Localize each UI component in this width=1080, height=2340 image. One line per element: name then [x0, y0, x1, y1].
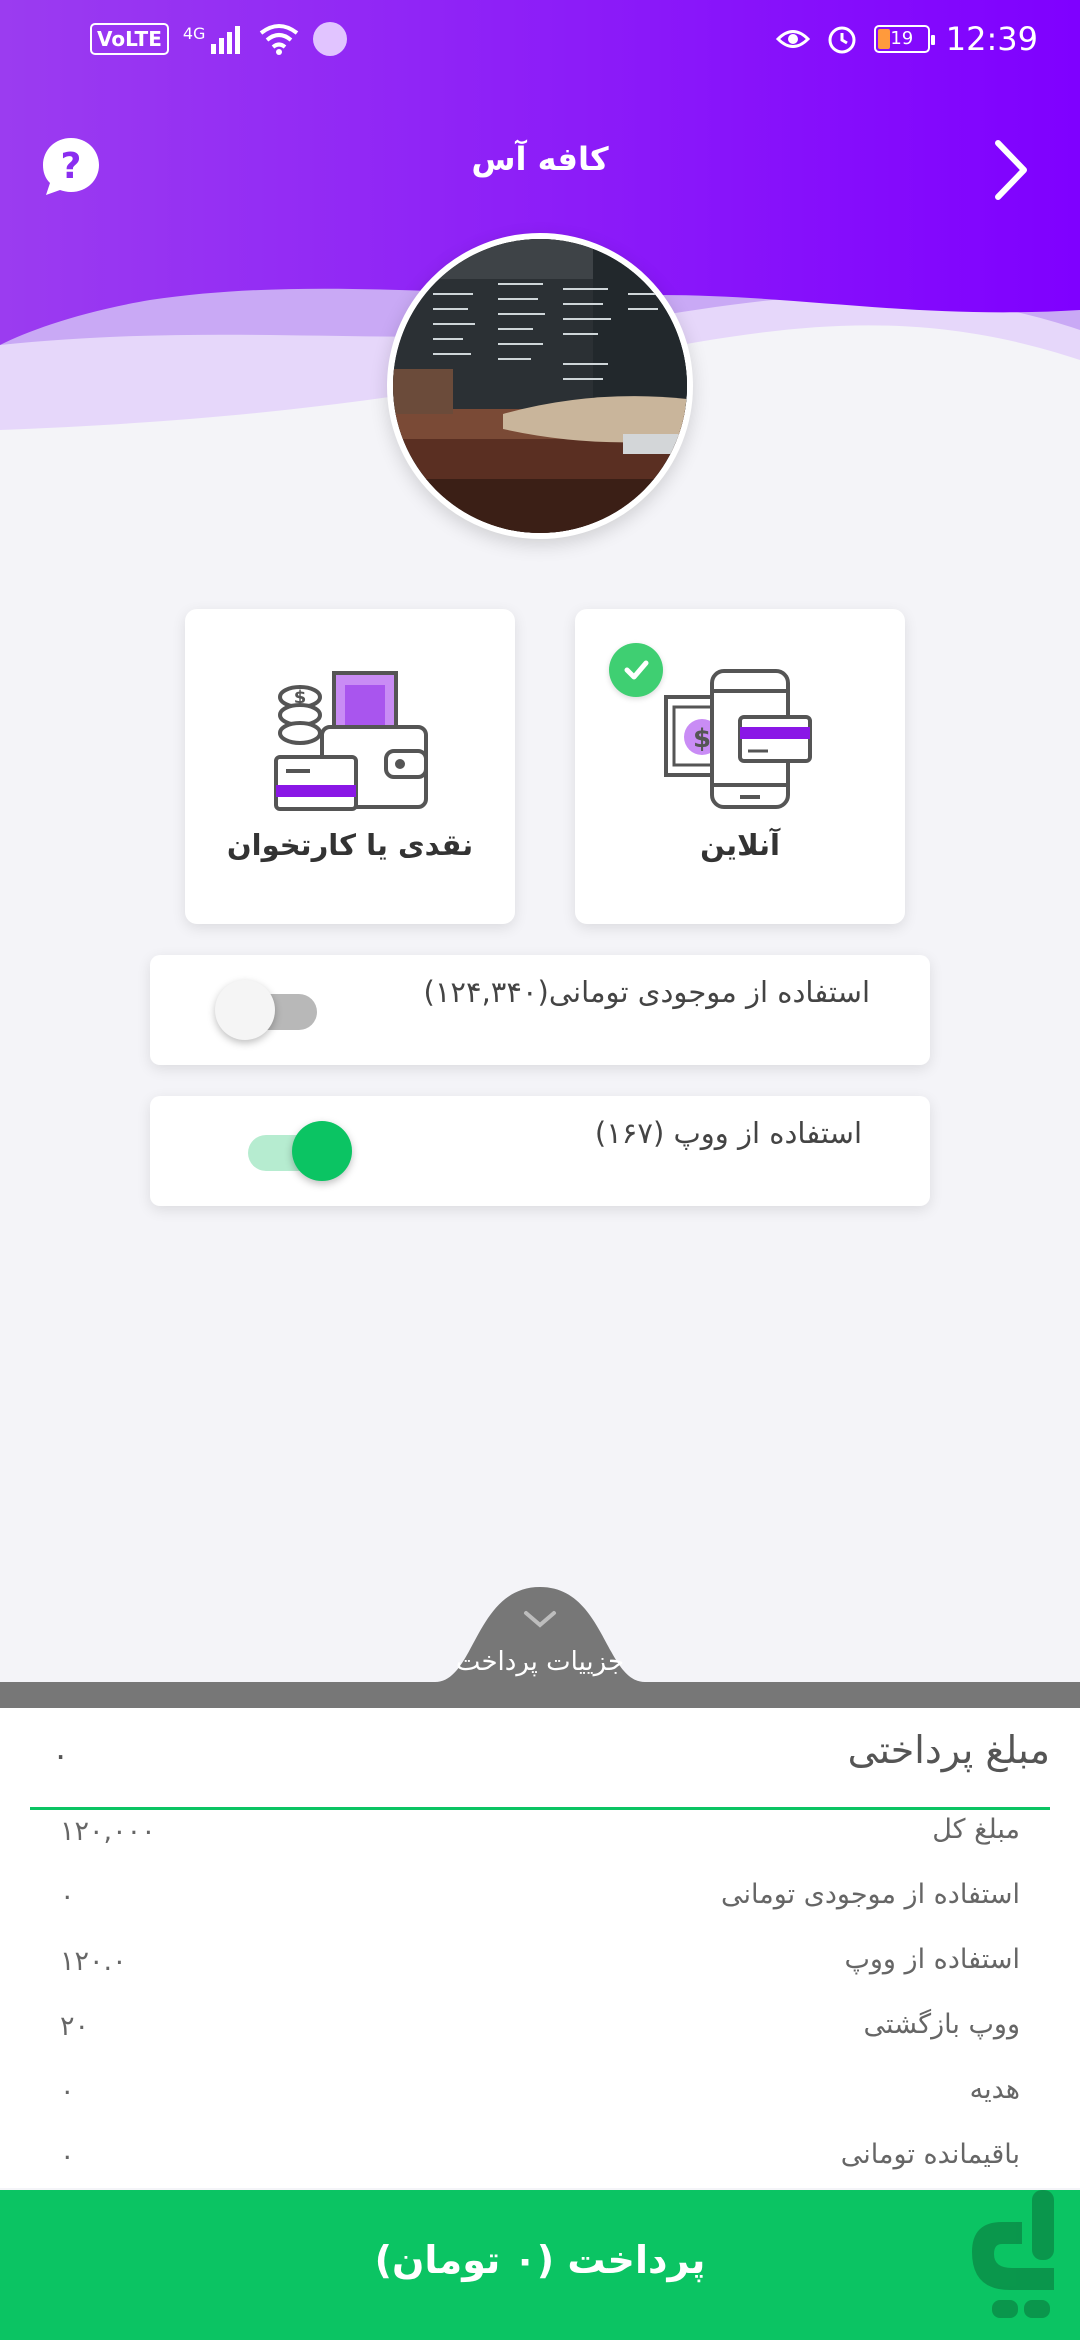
cafe-avatar	[387, 233, 693, 539]
balance-toggle-row[interactable]: استفاده از موجودی تومانی(۱۲۴,۳۴۰)	[150, 955, 930, 1065]
total-label: مبلغ پرداختی	[847, 1728, 1050, 1772]
status-bar: VoLTE 4G 19 12:39	[0, 0, 1080, 84]
detail-label: استفاده از موجودی تومانی	[721, 1879, 1020, 1910]
svg-text:$: $	[693, 724, 711, 754]
detail-label: استفاده از ووپ	[844, 1944, 1020, 1975]
volte-indicator: VoLTE	[90, 23, 169, 55]
header: VoLTE 4G 19 12:39 ? کافه آس	[0, 0, 1080, 539]
detail-row: استفاده از موجودی تومانی ۰	[60, 1879, 1020, 1929]
detail-value: ۰	[60, 1881, 75, 1912]
detail-label: هدیه	[969, 2074, 1020, 2105]
detail-value: ۰	[60, 2141, 75, 2172]
network-type: 4G	[182, 23, 206, 43]
pay-button-label: پرداخت (۰ تومان)	[374, 2238, 706, 2282]
payment-details-tab[interactable]: جزییات پرداخت	[435, 1587, 645, 1707]
cash-wallet-icon: $	[274, 671, 428, 811]
detail-value: ۱۲۰.۰	[60, 1946, 127, 1977]
switch-knob	[215, 980, 275, 1040]
battery-level: 19	[890, 28, 914, 49]
balance-switch[interactable]	[215, 980, 325, 1040]
detail-label: ووپ بازگشتی	[863, 2009, 1020, 2040]
page-title: کافه آس	[471, 140, 609, 178]
payment-method-label: نقدی یا کارتخوان	[226, 828, 474, 862]
payment-method-online[interactable]: $ آنلاین	[575, 609, 905, 924]
switch-knob	[292, 1121, 352, 1181]
total-value: ۰	[52, 1736, 70, 1774]
detail-label: مبلغ کل	[932, 1814, 1020, 1845]
woop-switch[interactable]	[240, 1121, 352, 1181]
pay-button[interactable]: پرداخت (۰ تومان)	[0, 2190, 1080, 2340]
chevron-down-icon	[524, 1611, 556, 1628]
svg-text:$: $	[294, 687, 307, 708]
clock: 12:39	[945, 20, 1038, 58]
signal-icon	[211, 26, 241, 54]
selected-check-icon	[609, 643, 663, 697]
detail-row: مبلغ کل ۱۲۰,۰۰۰	[60, 1814, 1020, 1864]
detail-row: هدیه ۰	[60, 2074, 1020, 2124]
woop-toggle-label: استفاده از ووپ (۱۶۷)	[594, 1116, 862, 1150]
detail-value: ۲۰	[60, 2011, 90, 2042]
details-tab-label: جزییات پرداخت	[455, 1647, 625, 1677]
eye-icon	[775, 30, 810, 48]
detail-label: باقیمانده تومانی	[840, 2139, 1020, 2170]
mobile-payment-icon: $	[664, 669, 812, 809]
notification-dot-icon	[313, 22, 348, 56]
alarm-icon	[828, 26, 856, 54]
store-watermark-logo	[972, 2190, 1054, 2318]
balance-toggle-label: استفاده از موجودی تومانی(۱۲۴,۳۴۰)	[423, 975, 870, 1009]
battery-indicator: 19	[873, 25, 935, 53]
woop-toggle-row[interactable]: استفاده از ووپ (۱۶۷)	[150, 1096, 930, 1206]
total-row: مبلغ پرداختی ۰	[30, 1720, 1050, 1810]
detail-row: باقیمانده تومانی ۰	[60, 2139, 1020, 2189]
payment-details-panel: مبلغ پرداختی ۰ مبلغ کل ۱۲۰,۰۰۰ استفاده ا…	[0, 1708, 1080, 2188]
chevron-right-icon[interactable]	[980, 135, 1040, 205]
payment-method-label: آنلاین	[700, 828, 780, 862]
detail-value: ۱۲۰,۰۰۰	[60, 1816, 156, 1847]
wifi-icon	[260, 24, 299, 55]
payment-method-cash[interactable]: $ نقدی یا کارتخوان	[185, 609, 515, 924]
detail-row: استفاده از ووپ ۱۲۰.۰	[60, 1944, 1020, 1994]
cafe-photo	[393, 239, 687, 533]
detail-row: ووپ بازگشتی ۲۰	[60, 2009, 1020, 2059]
detail-value: ۰	[60, 2076, 75, 2107]
